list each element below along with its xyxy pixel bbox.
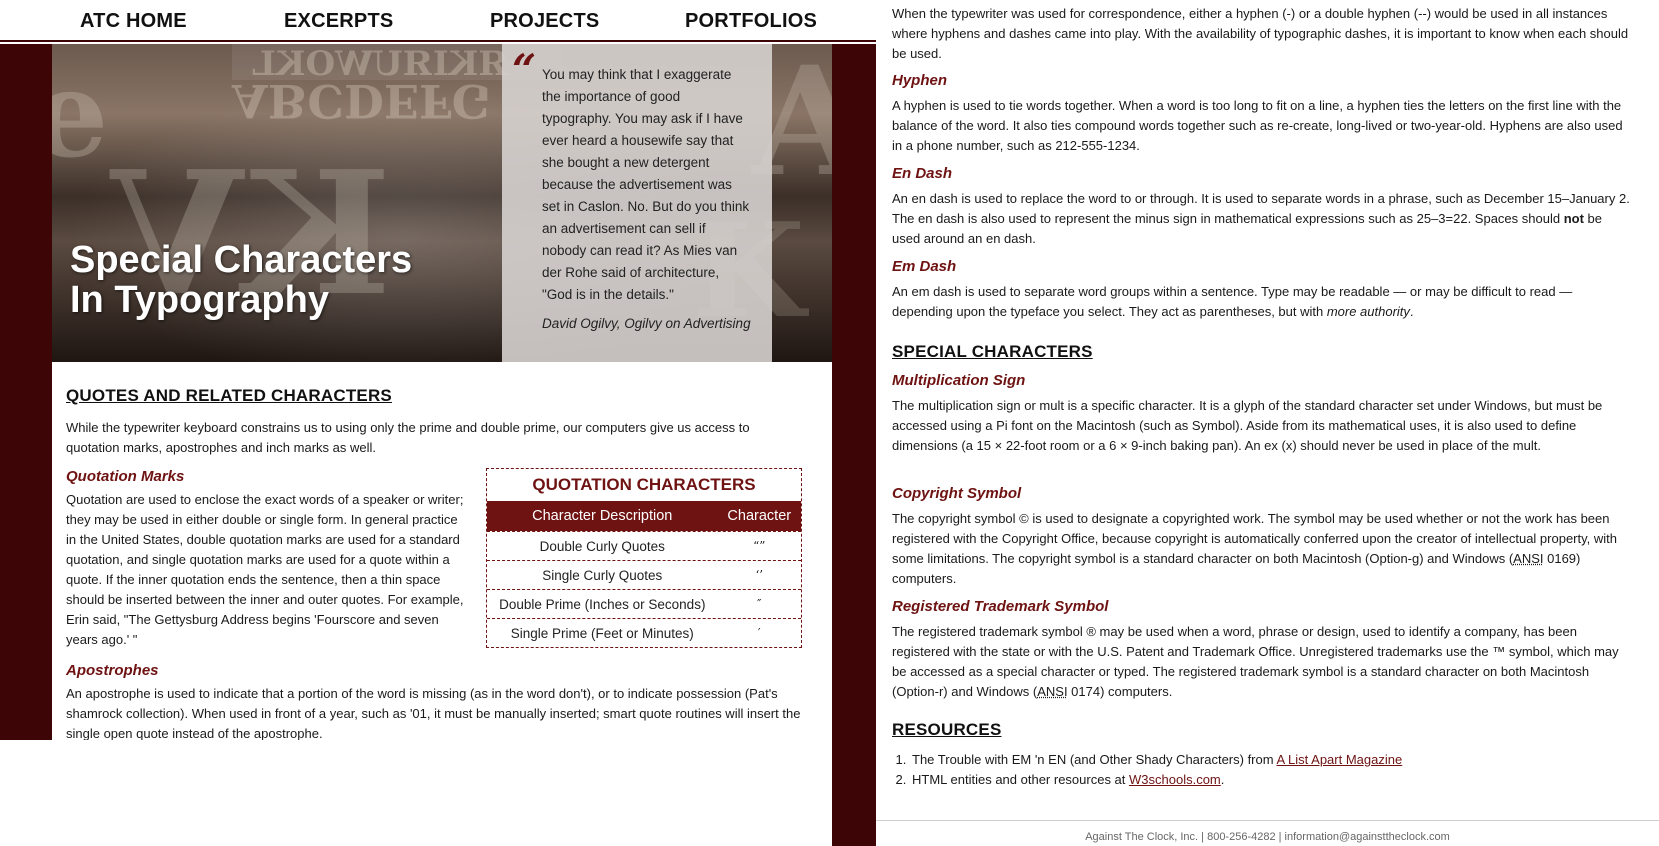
em-dash-text: An em dash is used to separate word grou… xyxy=(892,282,1632,322)
copyright-text-part1: The copyright symbol © is used to design… xyxy=(892,511,1618,566)
multiplication-sign-text: The multiplication sign or mult is a spe… xyxy=(892,398,1603,453)
en-dash-text-part1: An en dash is used to replace the word t… xyxy=(892,191,1630,226)
subheading-copyright-symbol: Copyright Symbol xyxy=(892,485,1022,502)
subheading-em-dash: Em Dash xyxy=(892,258,957,275)
metal-type-large-letter: e xyxy=(52,44,109,185)
ansi-abbreviation: ANSI xyxy=(1037,684,1068,699)
table-header-description: Character Description xyxy=(532,508,673,524)
en-dash-text: An en dash is used to replace the word t… xyxy=(892,189,1632,249)
em-dash-text-part2: . xyxy=(1409,304,1414,319)
right-column: When the typewriter was used for corresp… xyxy=(876,0,1659,846)
table-cell-description: Single Curly Quotes xyxy=(542,568,663,583)
left-maroon-border xyxy=(0,44,52,740)
table-header-row: Character Description Character xyxy=(487,501,801,531)
en-dash-text-bold: not xyxy=(1563,211,1584,226)
copyright-symbol-text: The copyright symbol © is used to design… xyxy=(892,509,1632,589)
subheading-apostrophes: Apostrophes xyxy=(66,662,159,679)
top-navigation: ATC HOME EXCERPTS PROJECTS PORTFOLIOS xyxy=(0,0,876,42)
table-row: Double Prime (Inches or Seconds) ″ xyxy=(487,589,801,618)
quotation-characters-table: QUOTATION CHARACTERS Character Descripti… xyxy=(486,468,802,648)
section-heading-quotes: QUOTES AND RELATED CHARACTERS xyxy=(66,386,392,405)
quotation-marks-text: Quotation are used to enclose the exact … xyxy=(66,492,464,647)
quote-author: David Ogilvy, Ogilvy on Advertising xyxy=(542,316,751,331)
resource-text-end: . xyxy=(1220,772,1225,787)
table-row: Single Prime (Feet or Minutes) ′ xyxy=(487,618,801,647)
subheading-hyphen: Hyphen xyxy=(892,72,948,89)
table-header-character: Character xyxy=(727,508,792,524)
em-dash-text-italic: more authority xyxy=(1326,304,1410,319)
left-column: ATC HOME EXCERPTS PROJECTS PORTFOLIOS ЯK… xyxy=(0,0,876,846)
subheading-registered-trademark: Registered Trademark Symbol xyxy=(892,598,1109,615)
w3schools-link[interactable]: W3schools.com xyxy=(1129,772,1221,787)
table-cell-character: ″ xyxy=(757,597,762,611)
registered-text-part2: 0174) computers. xyxy=(1067,684,1173,699)
quotes-intro: While the typewriter keyboard constrains… xyxy=(66,420,750,455)
dashes-intro: When the typewriter was used for corresp… xyxy=(892,6,1629,61)
table-cell-description: Double Curly Quotes xyxy=(539,539,665,554)
em-dash-text-part1: An em dash is used to separate word grou… xyxy=(892,284,1573,319)
pull-quote: “ You may think that I exaggerate the im… xyxy=(502,44,772,362)
subheading-en-dash: En Dash xyxy=(892,165,953,182)
page-title-line2: In Typography xyxy=(70,279,329,321)
resource-text: HTML entities and other resources at xyxy=(912,772,1130,787)
nav-atc-home[interactable]: ATC HOME xyxy=(80,10,187,33)
table-caption: QUOTATION CHARACTERS xyxy=(532,475,756,494)
apostrophes-text: An apostrophe is used to indicate that a… xyxy=(66,686,801,740)
nav-projects[interactable]: PROJECTS xyxy=(490,10,599,33)
table-cell-character: ‘’ xyxy=(755,568,764,582)
quote-text: You may think that I exaggerate the impo… xyxy=(542,67,750,302)
table-row: Single Curly Quotes ‘’ xyxy=(487,560,801,589)
hyphen-text: A hyphen is used to tie words together. … xyxy=(892,98,1623,153)
ansi-abbreviation: ANSI xyxy=(1513,551,1544,566)
table-cell-description: Double Prime (Inches or Seconds) xyxy=(499,597,706,612)
registered-trademark-text: The registered trademark symbol ® may be… xyxy=(892,622,1632,702)
resources-list: The Trouble with EM 'n EN (and Other Sha… xyxy=(910,750,1402,790)
nav-excerpts[interactable]: EXCERPTS xyxy=(284,10,393,33)
quote-mark-icon: “ xyxy=(512,45,537,94)
page-title: Special Characters In Typography xyxy=(70,240,470,320)
list-item: The Trouble with EM 'n EN (and Other Sha… xyxy=(910,750,1402,770)
list-item: HTML entities and other resources at W3s… xyxy=(910,770,1402,790)
table-row: Double Curly Quotes “” xyxy=(487,531,801,560)
subheading-quotation-marks: Quotation Marks xyxy=(66,468,185,485)
hero-banner: ЯKIЯUWOKL ABCDEFG e KV A K Special Chara… xyxy=(52,44,832,362)
main-content: QUOTES AND RELATED CHARACTERS While the … xyxy=(52,362,832,740)
page-title-line1: Special Characters xyxy=(70,239,413,281)
metal-type-letters-abc: ABCDEFG xyxy=(232,74,491,128)
section-heading-resources: RESOURCES xyxy=(892,720,1002,739)
table-cell-character: “” xyxy=(753,539,766,553)
footer: Against The Clock, Inc. | 800-256-4282 |… xyxy=(876,820,1659,846)
registered-text-part1: The registered trademark symbol ® may be… xyxy=(892,624,1619,699)
resource-text: The Trouble with EM 'n EN (and Other Sha… xyxy=(912,752,1277,767)
right-maroon-border xyxy=(832,44,876,846)
a-list-apart-link[interactable]: A List Apart Magazine xyxy=(1276,752,1402,767)
subheading-multiplication-sign: Multiplication Sign xyxy=(892,372,1026,389)
table-cell-character: ′ xyxy=(757,626,761,640)
section-heading-special-characters: SPECIAL CHARACTERS xyxy=(892,342,1093,361)
table-cell-description: Single Prime (Feet or Minutes) xyxy=(510,626,694,641)
nav-portfolios[interactable]: PORTFOLIOS xyxy=(685,10,817,33)
